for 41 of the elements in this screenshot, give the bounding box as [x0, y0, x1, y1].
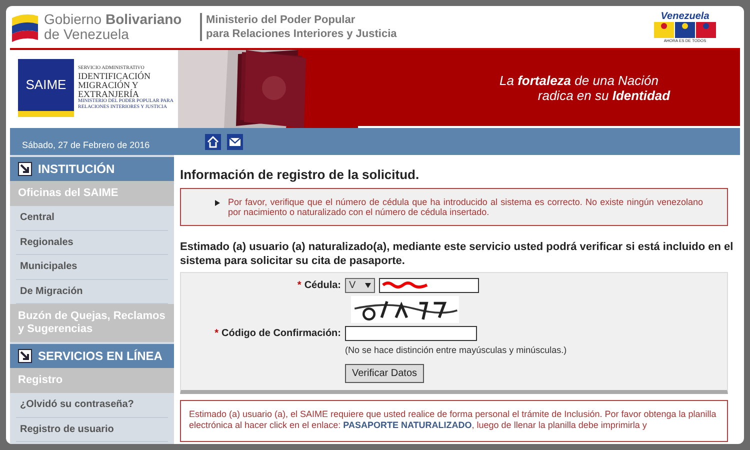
passport-link[interactable]: PASAPORTE NATURALIZADO [343, 420, 472, 430]
ministry-title: para Relaciones Interiores y Justicia [206, 27, 397, 41]
required-mark: * [297, 278, 302, 292]
home-icon[interactable] [205, 134, 221, 150]
redaction-scribble [382, 281, 428, 289]
cedula-field[interactable] [379, 278, 479, 292]
intro-text: Estimado (a) usuario (a) naturalizado(a), mediante este servicio usted podrá verificar si está incluido en el sistema para solicitar su cita de pasaporte. [180, 240, 734, 268]
menu-link[interactable]: Municipales [16, 255, 168, 280]
slogan: radica en su Identidad [536, 88, 670, 103]
agency-name: MIGRACIÓN Y [78, 81, 138, 90]
date-label: Sábado, 27 de Febrero de 2016 [21, 138, 151, 152]
required-mark: * [214, 326, 219, 340]
section-header[interactable]: INSTITUCIÓN [10, 157, 174, 181]
menu-link[interactable]: Regionales [16, 230, 168, 255]
verify-button[interactable]: Verificar Datos [345, 364, 424, 383]
government-title: de Venezuela [44, 27, 130, 42]
arrow-square-icon [18, 162, 32, 176]
confirmation-field[interactable] [345, 326, 477, 340]
alert-message: Por favor, verifique que el número de cédula que ha introducido al sistema es correcto. No existe ningún venezolano por nacimiento o naturalizado con el número de cédula insertado. [228, 196, 703, 216]
caret-icon [365, 282, 371, 288]
nationality-select[interactable]: V [345, 278, 375, 292]
bullet-icon [215, 200, 220, 206]
section-header[interactable]: SERVICIOS EN LÍNEA [10, 344, 174, 368]
agency-name: EXTRANJERÍA [78, 90, 139, 99]
section-title: SERVICIOS EN LÍNEA [38, 348, 162, 365]
agency-name: IDENTIFICACIÓN [78, 72, 152, 81]
cedula-label: Cédula: [304, 278, 341, 292]
slogan: La fortaleza de una Nación [500, 73, 658, 88]
government-title: Gobierno Bolivariano [44, 12, 183, 27]
confirmation-label: Código de Confirmación: [222, 326, 341, 340]
ministry-title: Ministerio del Poder Popular [206, 13, 356, 27]
section-title: INSTITUCIÓN [38, 161, 115, 178]
hint-text: (No se hace distinción entre mayúsculas y minúsculas.) [344, 344, 568, 357]
saime-logo: SAIME [18, 59, 74, 117]
arrow-square-icon [18, 349, 32, 363]
menu-link[interactable]: Central [16, 206, 168, 230]
mail-icon[interactable] [227, 134, 243, 150]
menu-link[interactable]: Registro de usuario [16, 418, 168, 442]
page-title: Información de registro de la solicitud. [180, 166, 420, 184]
notice-text: Estimado (a) usuario (a), el SAIME requiere que usted realice de forma personal el trámite de Inclusión. Por favor obtenga la planilla electrónica al hacer click en el enlace: PASAPORTE NATURALIZADO, luego de llenar la planilla debe imprimirla y [189, 409, 718, 431]
menu-link[interactable]: ¿Olvidó su contraseña? [16, 393, 168, 418]
